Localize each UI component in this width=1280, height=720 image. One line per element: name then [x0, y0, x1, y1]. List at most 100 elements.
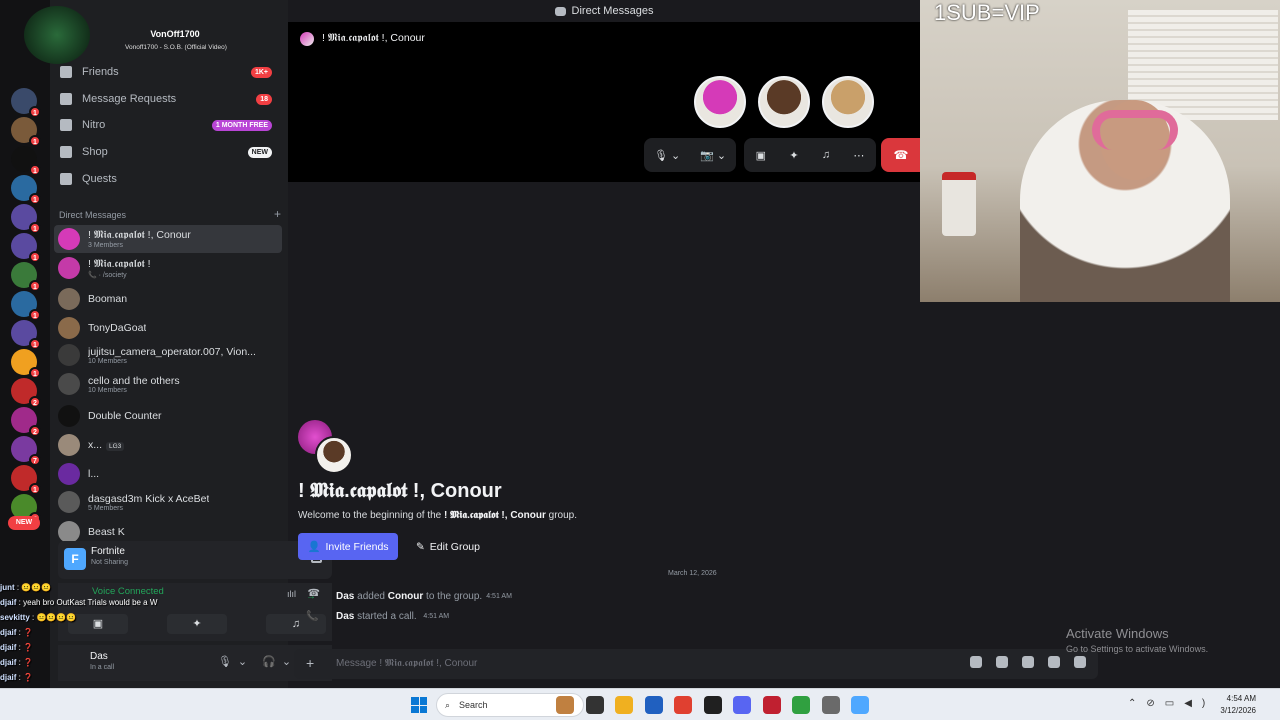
now-playing-title: VonOff1700	[150, 29, 200, 39]
message-target[interactable]: Conour	[388, 591, 424, 602]
message-requests-badge: 18	[256, 93, 272, 105]
system-tray[interactable]: ⌃⊘▭◀)	[1128, 698, 1215, 709]
dm-name: ! 𝕸𝖎𝖆.𝖈𝖆𝖕𝖆𝖑𝖔𝖙 !	[88, 257, 151, 270]
nav-shop[interactable]: Shop NEW	[54, 139, 282, 165]
chat-text: : ❓	[16, 643, 34, 652]
call-participant-avatar[interactable]	[822, 76, 874, 128]
welcome-sub-name: ! 𝕸𝖎𝖆.𝖈𝖆𝖕𝖆𝖑𝖔𝖙 !, Conour	[444, 510, 546, 521]
dm-name: dasgasd3m Kick x AceBet	[88, 492, 210, 505]
dm-item[interactable]: dasgasd3m Kick x AceBet 5 Members	[54, 488, 282, 516]
chat-text: : 😐😐😐😐	[29, 613, 77, 622]
friends-icon	[60, 66, 72, 78]
dm-section-label: Direct Messages	[59, 210, 127, 220]
message-actor[interactable]: Das	[336, 611, 354, 622]
taskbar-app-icon[interactable]	[762, 696, 781, 714]
avatar	[58, 257, 80, 279]
taskbar-app-icon[interactable]	[703, 696, 722, 714]
emoji-icon[interactable]	[1048, 656, 1060, 668]
activate-line-1: Activate Windows	[1066, 626, 1169, 641]
activities-button[interactable]: ✦	[789, 149, 798, 162]
webcam-overlay	[920, 0, 1280, 302]
invite-friends-button[interactable]: 👤 Invite Friends	[298, 533, 398, 560]
call-participant-avatar[interactable]	[758, 76, 810, 128]
dm-item[interactable]: Double Counter	[54, 402, 282, 430]
dm-item[interactable]: jujitsu_camera_operator.007, Vion... 10 M…	[54, 341, 282, 369]
signal-icon[interactable]: ılıl	[287, 589, 296, 599]
message-actor[interactable]: Das	[336, 591, 354, 602]
share-screen-button[interactable]: ▣	[756, 149, 766, 162]
server-badge: 1	[29, 483, 41, 495]
taskbar-app-icon[interactable]	[674, 696, 692, 714]
nav-friends[interactable]: Friends 1K+	[54, 59, 282, 85]
server-icon[interactable]: 2	[11, 378, 41, 408]
server-badge: 2	[29, 425, 41, 437]
message-rest: to the group.	[423, 591, 483, 602]
nav-quests-label: Quests	[82, 173, 117, 185]
sticker-icon[interactable]	[1022, 656, 1034, 668]
clock[interactable]: 4:54 AM 3/12/2026	[1220, 693, 1256, 717]
dm-name: l...	[88, 468, 100, 480]
server-icon[interactable]: 1	[11, 233, 41, 263]
camera-toggle[interactable]: 📷 ⌄	[700, 149, 726, 162]
attach-button[interactable]: +	[306, 655, 314, 671]
avatar	[58, 405, 80, 427]
server-icon[interactable]: 7	[11, 436, 41, 466]
server-icon[interactable]: 1	[11, 88, 41, 118]
call-participant-avatar[interactable]	[694, 76, 746, 128]
dm-item[interactable]: Booman	[54, 285, 282, 313]
taskbar-app-icon[interactable]	[585, 696, 604, 714]
dm-name: cello and the others	[88, 374, 180, 387]
discord-app: 111111111122712NEW Friends 1K+ Message R…	[0, 0, 1280, 712]
server-icon[interactable]: 1	[11, 262, 41, 292]
apps-icon[interactable]	[1074, 656, 1086, 668]
dm-item[interactable]: x... LG3	[54, 431, 282, 459]
server-icon[interactable]: 1	[11, 349, 41, 379]
nav-nitro[interactable]: Nitro 1 MONTH FREE	[54, 112, 282, 138]
chat-line: djaif : yeah bro OutKast Trials would be…	[0, 598, 210, 613]
system-message: 📞 Das started a call. 4:51 AM	[306, 611, 449, 622]
server-icon[interactable]: 1	[11, 320, 41, 350]
chat-text: : ❓	[16, 628, 34, 637]
server-icon[interactable]: 1	[11, 204, 41, 234]
edit-group-button[interactable]: ✎ Edit Group	[408, 533, 488, 560]
soundboard-button[interactable]: ♫	[822, 149, 830, 161]
add-user-icon: 👤	[307, 541, 321, 553]
shop-badge: NEW	[247, 146, 272, 158]
dm-item[interactable]: ! 𝕸𝖎𝖆.𝖈𝖆𝖕𝖆𝖑𝖔𝖙 !, Conour 3 Members	[54, 225, 282, 253]
create-dm-button[interactable]: +	[274, 208, 281, 220]
windows-taskbar: ⌕ Search ⌃⊘▭◀) 4:54 AM 3/12/2026	[0, 688, 1280, 720]
taskbar-app-icon[interactable]	[644, 696, 663, 714]
now-playing-sub: Vonoff1700 - S.O.B. (Official Video)	[125, 44, 227, 51]
server-icon[interactable]: 1	[11, 175, 41, 205]
dm-item[interactable]: ! 𝕸𝖎𝖆.𝖈𝖆𝖕𝖆𝖑𝖔𝖙 ! 📞 · /society	[54, 254, 282, 282]
windows-start-icon[interactable]	[411, 697, 427, 713]
new-servers-pill[interactable]: NEW	[8, 516, 40, 530]
gif-icon[interactable]	[996, 656, 1008, 668]
server-icon[interactable]: 1	[11, 117, 41, 147]
more-button[interactable]: ⋯	[853, 149, 864, 162]
message-composer[interactable]: + Message ! 𝕸𝖎𝖆.𝖈𝖆𝖕𝖆𝖑𝖔𝖙 !, Conour	[294, 649, 1098, 679]
taskbar-app-icon[interactable]	[851, 696, 869, 714]
avatar	[58, 373, 80, 395]
server-badge: 1	[29, 251, 41, 263]
taskbar-app-icon[interactable]	[792, 696, 810, 714]
nav-message-requests[interactable]: Message Requests 18	[54, 86, 282, 112]
gift-icon[interactable]	[970, 656, 982, 668]
hang-up-button[interactable]: ☎	[881, 138, 921, 172]
taskbar-app-icon[interactable]	[615, 696, 633, 714]
taskbar-app-icon[interactable]	[556, 696, 574, 714]
taskbar-app-icon[interactable]	[733, 696, 751, 714]
dm-item[interactable]: l...	[54, 460, 282, 488]
nav-quests[interactable]: Quests	[54, 166, 282, 192]
message-input[interactable]: Message ! 𝕸𝖎𝖆.𝖈𝖆𝖕𝖆𝖑𝖔𝖙 !, Conour	[336, 658, 477, 669]
dm-item[interactable]: TonyDaGoat	[54, 314, 282, 342]
server-icon[interactable]: 2	[11, 407, 41, 437]
dm-item[interactable]: cello and the others 10 Members	[54, 370, 282, 398]
server-icon[interactable]: 1	[11, 465, 41, 495]
server-icon[interactable]: 1	[11, 146, 41, 176]
mic-toggle[interactable]: 🎙 ⌄	[654, 149, 680, 162]
server-icon[interactable]: 1	[11, 291, 41, 321]
taskbar-app-icon[interactable]	[821, 696, 840, 714]
title-bar: Direct Messages	[288, 0, 920, 22]
dm-name: x... LG3	[88, 439, 125, 451]
